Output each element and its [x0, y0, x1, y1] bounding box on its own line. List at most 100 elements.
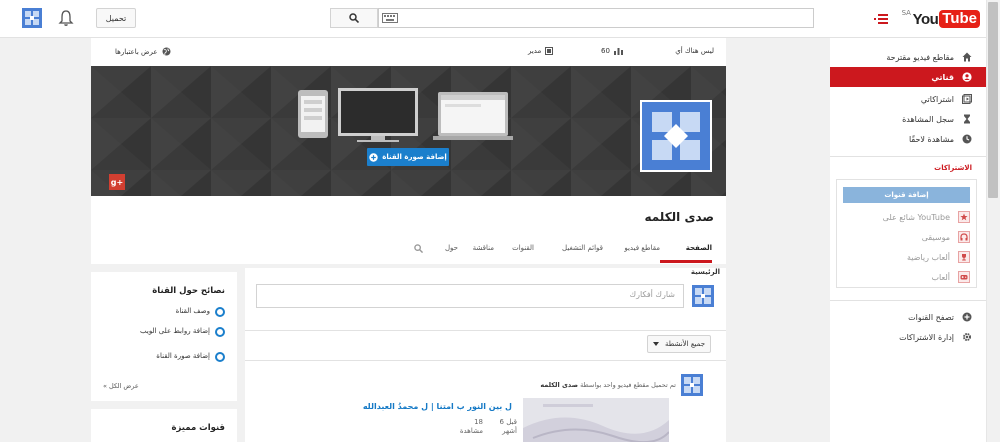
subscriptions-heading: الاشتراكات [934, 164, 972, 172]
guide-menu-icon[interactable] [874, 13, 888, 25]
gamepad-icon [958, 271, 970, 283]
sidebar-item-subscriptions[interactable]: اشتراكاتي [830, 89, 986, 109]
sidebar-item-browse-channels[interactable]: تصفح القنوات [830, 307, 986, 327]
bar-chart-icon [613, 48, 623, 55]
sidebar-item-recommended[interactable]: مقاطع فيديو مقترحة [830, 47, 986, 67]
add-channel-art-button[interactable]: إضافة صورة القناة [367, 148, 449, 166]
featured-title: قنوات مميزة [171, 423, 225, 433]
guide-sidebar: مقاطع فيديو مقترحة قناتي اشتراكاتي سجل ا… [830, 38, 986, 442]
sidebar-sub-label: ألعاب [931, 272, 951, 282]
share-thoughts-input[interactable]: شارك أفكارك [256, 284, 684, 308]
trophy-icon [958, 251, 970, 263]
feed-divider [245, 330, 726, 331]
gear-icon [962, 332, 972, 342]
sidebar-item-history[interactable]: سجل المشاهدة [830, 109, 986, 129]
tip-circle-icon [215, 352, 225, 362]
tip-circle-icon [215, 307, 225, 317]
featured-channels-card: قنوات مميزة [91, 409, 237, 442]
activity-filter-dropdown[interactable]: جميع الأنشطة [647, 335, 711, 353]
sidebar-item-label: سجل المشاهدة [902, 114, 954, 124]
channel-feed: الرئيسية شارك أفكارك جميع الأنشطة تم تحم… [245, 268, 726, 442]
film-icon [545, 47, 554, 55]
channel-avatar[interactable] [640, 100, 712, 172]
avatar-pattern-icon [25, 11, 39, 25]
tip-label: وصف القناة [175, 307, 210, 315]
sidebar-sub-label: ألعاب رياضية [906, 252, 950, 262]
headphones-icon [958, 231, 970, 243]
sidebar-item-label: مشاهدة لاحقًا [908, 134, 954, 144]
video-age: قبل 6 أشهر [499, 418, 517, 435]
sidebar-divider [830, 156, 986, 157]
clock-icon [962, 134, 972, 144]
sidebar-item-label: اشتراكاتي [920, 94, 954, 104]
tab-videos[interactable]: مقاطع فيديو [624, 244, 660, 252]
tip-label: إضافة روابط على الويب [140, 327, 210, 335]
keyboard-icon[interactable] [382, 13, 398, 23]
search-button[interactable] [330, 8, 378, 28]
home-icon [962, 52, 972, 62]
add-channels-button[interactable]: إضافة قنوات [843, 187, 970, 203]
view-all-link[interactable]: « عرض الكل [103, 382, 139, 390]
sidebar-sub-label: شائع على YouTube [882, 212, 950, 222]
plus-circle-icon [962, 312, 972, 322]
plus-circle-icon [369, 152, 378, 162]
channel-banner: إضافة صورة القناة g+ [91, 66, 726, 196]
video-meta: 18 مشاهدة قبل 6 أشهر [459, 418, 517, 436]
feed-section-label: الرئيسية [690, 268, 720, 276]
tip-channel-art[interactable]: إضافة صورة القناة [105, 352, 225, 362]
channel-tips-card: نصائح حول القناة وصف القناة إضافة روابط … [91, 272, 237, 401]
sidebar-item-manage-subscriptions[interactable]: إدارة الاشتراكات [830, 327, 986, 347]
youtube-logo[interactable]: SA You Tube [902, 9, 980, 29]
channel-avatar-image [642, 102, 710, 170]
tab-about[interactable]: حول [445, 244, 458, 252]
activity-channel-link[interactable]: صدى الكلمه [540, 381, 578, 389]
video-title-link[interactable]: ل بين النور ب امتنا | ل محمدُ العبدالله [363, 402, 512, 411]
logo-tube: Tube [939, 10, 980, 28]
active-tab-indicator [660, 260, 712, 263]
sidebar-item-label: مقاطع فيديو مقترحة [886, 52, 954, 62]
activity-avatar[interactable] [681, 374, 703, 396]
sidebar-sub-music[interactable]: موسيقى [837, 227, 976, 247]
google-plus-icon[interactable]: g+ [109, 174, 125, 190]
activity-filter-label: جميع الأنشطة [664, 340, 706, 348]
sidebar-sub-sports[interactable]: ألعاب رياضية [837, 247, 976, 267]
view-as-button[interactable]: عرض باعتبارها [115, 47, 171, 56]
search-input[interactable] [378, 8, 814, 28]
channel-header: ليس هناك أي 60 مدير عرض باعتبارها إضافة … [91, 38, 726, 264]
region-label: SA [901, 9, 911, 17]
tip-description[interactable]: وصف القناة [105, 307, 225, 317]
tab-discussion[interactable]: مناقشة [473, 244, 494, 252]
sidebar-item-my-channel[interactable]: قناتي [830, 67, 986, 87]
sidebar-sub-popular[interactable]: شائع على YouTube [837, 207, 976, 227]
tab-playlists[interactable]: قوائم التشغيل [562, 244, 603, 252]
add-channel-art-label: إضافة صورة القناة [382, 153, 447, 161]
tip-web-links[interactable]: إضافة روابط على الويب [105, 327, 225, 337]
sidebar-item-label: قناتي [931, 72, 954, 82]
activity-text: تم تحميل مقطع فيديو واحد بواسطة صدى الكل… [540, 381, 676, 389]
hourglass-icon [962, 114, 972, 124]
view-as-label: عرض باعتبارها [115, 47, 158, 56]
chevron-down-icon [652, 342, 659, 346]
upload-button[interactable]: تحميل [96, 8, 136, 28]
search-icon[interactable] [414, 244, 423, 253]
account-avatar[interactable] [22, 8, 42, 28]
globe-icon [162, 47, 171, 56]
tab-channels[interactable]: القنوات [512, 244, 534, 252]
tab-home[interactable]: الصفحة [686, 244, 712, 252]
channel-info-bar: ليس هناك أي 60 مدير عرض باعتبارها [91, 38, 726, 66]
channel-role: مدير [528, 47, 554, 55]
subscriptions-icon [962, 94, 972, 104]
video-thumbnail[interactable] [523, 398, 669, 442]
scrollbar-thumb[interactable] [988, 2, 998, 198]
role-label: مدير [528, 47, 542, 55]
activity-prefix: تم تحميل مقطع فيديو واحد بواسطة [580, 381, 676, 389]
sidebar-item-watch-later[interactable]: مشاهدة لاحقًا [830, 129, 986, 149]
post-avatar [692, 285, 714, 307]
sidebar-sub-gaming[interactable]: ألعاب [837, 267, 976, 287]
sidebar-item-label: تصفح القنوات [908, 312, 954, 322]
channel-status-label: ليس هناك أي [675, 47, 714, 55]
views-count: 60 [601, 47, 610, 55]
search-icon [349, 13, 359, 23]
bell-icon[interactable] [58, 9, 74, 27]
tip-circle-icon [215, 327, 225, 337]
